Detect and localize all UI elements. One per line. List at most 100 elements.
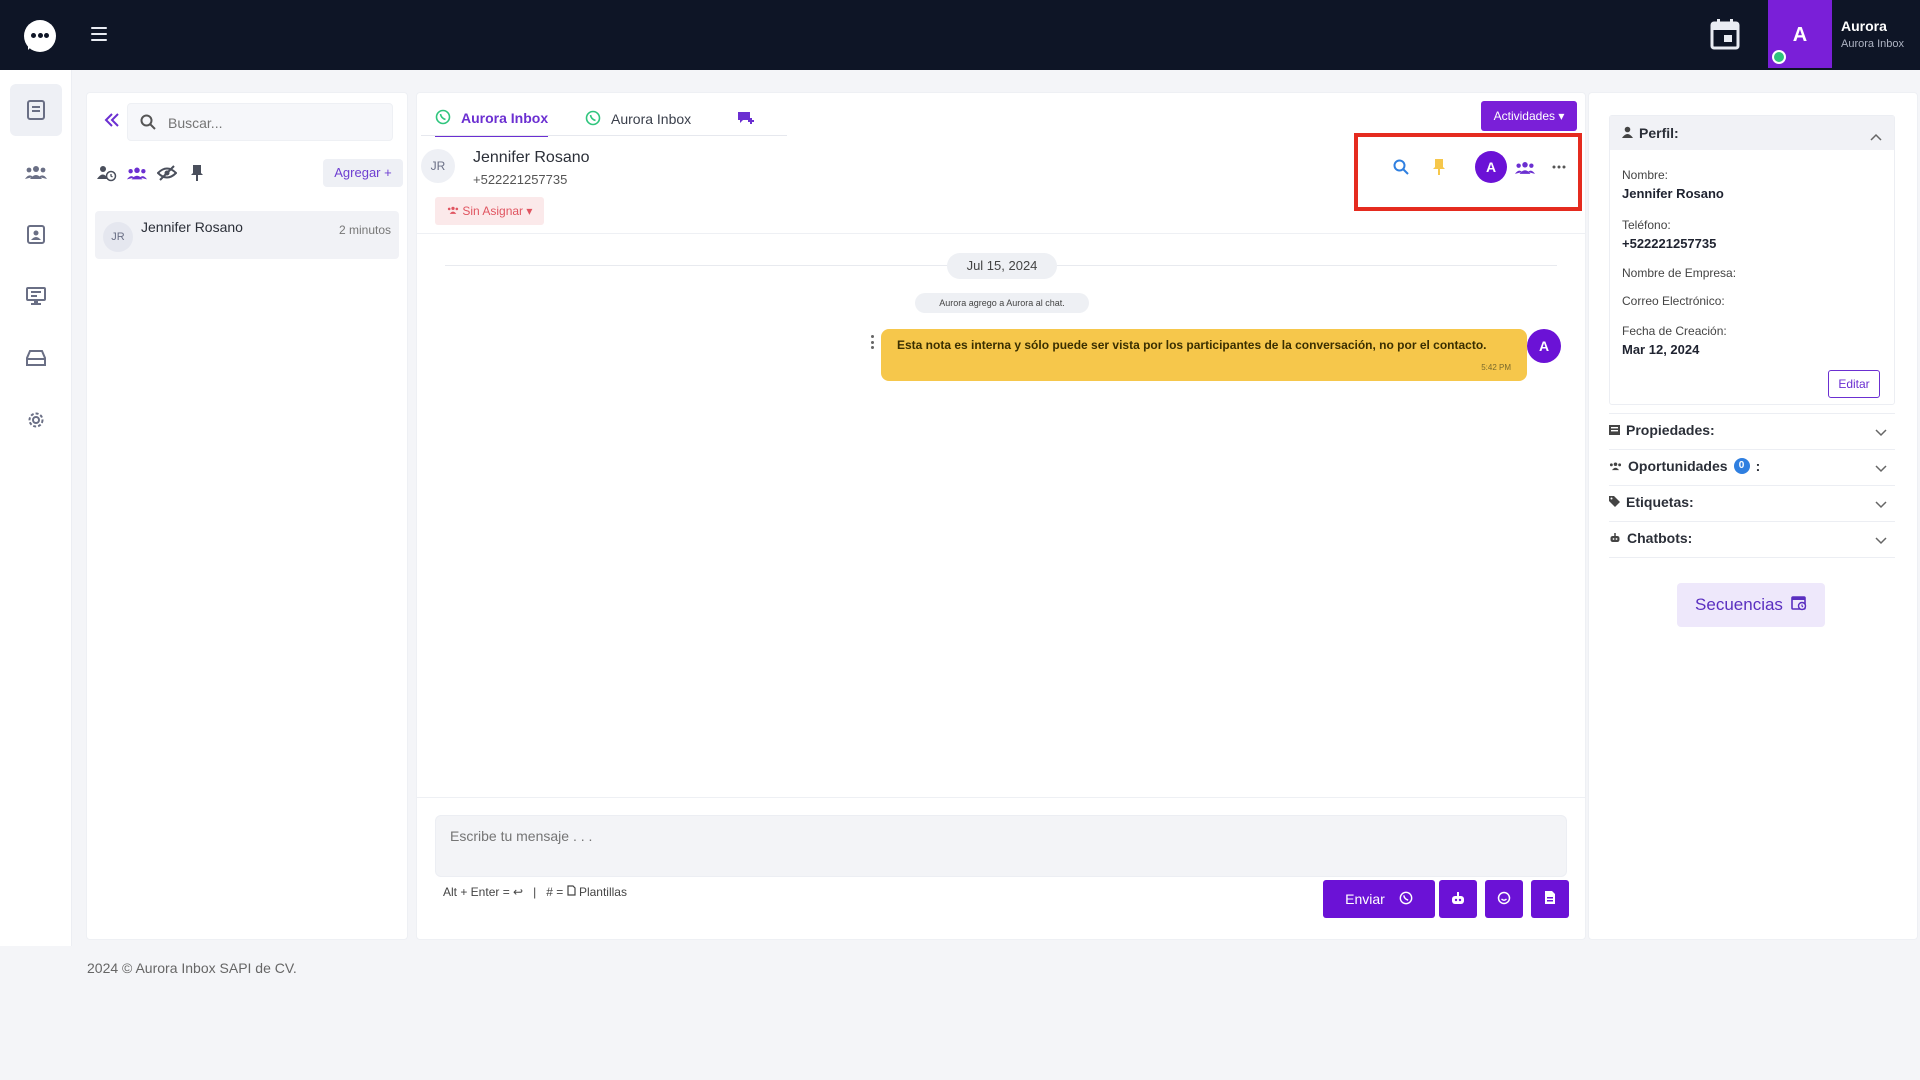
online-status-dot xyxy=(1772,50,1786,64)
oportunidades-count-badge: 0 xyxy=(1733,458,1750,474)
filter-team-icon[interactable] xyxy=(127,163,147,183)
chatbots-label: Chatbots: xyxy=(1627,530,1693,546)
chevron-down-icon xyxy=(1875,532,1887,548)
contact-phone: +522221257735 xyxy=(473,172,568,187)
fecha-value: Mar 12, 2024 xyxy=(1622,342,1700,357)
oportunidades-section[interactable]: Oportunidades 0 : xyxy=(1609,449,1895,483)
nav-inbox-icon[interactable] xyxy=(10,332,62,384)
chevron-down-icon: ▾ xyxy=(526,204,533,218)
message-options-icon[interactable] xyxy=(869,335,875,349)
section-divider xyxy=(1609,557,1895,558)
nav-contacts-icon[interactable] xyxy=(10,146,62,198)
user-avatar[interactable]: A xyxy=(1768,0,1832,68)
emoji-button[interactable] xyxy=(1485,880,1523,918)
send-button[interactable]: Enviar xyxy=(1323,880,1435,918)
chevron-down-icon xyxy=(1875,424,1887,440)
secuencias-button[interactable]: Secuencias xyxy=(1677,583,1825,627)
composer-divider xyxy=(417,797,1585,798)
conversation-list-item[interactable]: JR Jennifer Rosano 2 minutos xyxy=(95,211,399,259)
profile-title: Perfil: xyxy=(1639,125,1679,141)
app-logo[interactable] xyxy=(24,20,56,52)
message-composer xyxy=(435,815,1567,877)
chat-panel: Aurora Inbox Aurora Inbox Actividades ▾ … xyxy=(416,92,1586,940)
properties-icon xyxy=(1609,422,1620,438)
chatbot-button[interactable] xyxy=(1439,880,1477,918)
note-author-avatar: A xyxy=(1527,329,1561,363)
whatsapp-icon xyxy=(1399,891,1413,908)
user-icon xyxy=(1622,125,1633,141)
nombre-label: Nombre: xyxy=(1622,168,1669,182)
nav-settings-icon[interactable] xyxy=(10,394,62,446)
plantillas-link[interactable]: Plantillas xyxy=(579,885,627,899)
conversation-name: Jennifer Rosano xyxy=(141,219,243,235)
message-input[interactable] xyxy=(436,816,1566,876)
edit-profile-button[interactable]: Editar xyxy=(1828,370,1880,398)
calendar-icon[interactable] xyxy=(1710,18,1740,50)
more-options-icon[interactable] xyxy=(1543,151,1575,183)
oportunidades-colon: : xyxy=(1755,458,1761,474)
filter-bar xyxy=(97,163,207,183)
tab-aurora-inbox-1[interactable]: Aurora Inbox xyxy=(435,101,549,137)
team-icon xyxy=(1609,458,1622,474)
propiedades-section[interactable]: Propiedades: xyxy=(1609,413,1895,447)
nav-monitor-icon[interactable] xyxy=(10,270,62,322)
actividades-button[interactable]: Actividades ▾ xyxy=(1481,101,1577,131)
system-message: Aurora agrego a Aurora al chat. xyxy=(915,293,1089,313)
telefono-label: Teléfono: xyxy=(1622,218,1671,232)
keyboard-hint: Alt + Enter = ↩ | # = Plantillas xyxy=(443,885,627,899)
menu-icon[interactable] xyxy=(91,27,107,41)
search-box xyxy=(127,103,393,141)
note-time: 5:42 PM xyxy=(1481,363,1511,372)
profile-section-header[interactable]: Perfil: xyxy=(1610,116,1894,150)
pin-icon[interactable] xyxy=(1423,151,1455,183)
secuencias-label: Secuencias xyxy=(1695,595,1783,614)
chevron-down-icon xyxy=(1875,496,1887,512)
contact-name: Jennifer Rosano xyxy=(473,149,590,166)
nombre-value: Jennifer Rosano xyxy=(1622,186,1724,201)
etiquetas-section[interactable]: Etiquetas: xyxy=(1609,485,1895,519)
tag-icon xyxy=(1609,494,1620,510)
collapse-list-icon[interactable] xyxy=(101,109,123,131)
agregar-button[interactable]: Agregar + xyxy=(323,159,403,187)
filter-hidden-icon[interactable] xyxy=(157,163,177,183)
tabs-underline xyxy=(421,135,787,136)
tab-label: Aurora Inbox xyxy=(461,110,549,126)
attach-file-button[interactable] xyxy=(1531,880,1569,918)
whatsapp-icon xyxy=(435,109,451,128)
new-chat-icon xyxy=(737,110,755,129)
filter-pinned-icon[interactable] xyxy=(187,163,207,183)
contact-avatar: JR xyxy=(421,149,455,183)
sequence-calendar-icon xyxy=(1791,595,1807,616)
assigned-agent-avatar[interactable]: A xyxy=(1475,151,1507,183)
internal-note-message: Esta nota es interna y sólo puede ser vi… xyxy=(881,329,1527,381)
user-org: Aurora Inbox xyxy=(1841,38,1904,50)
telefono-value: +522221257735 xyxy=(1622,236,1717,251)
search-input[interactable] xyxy=(168,112,378,134)
user-name: Aurora xyxy=(1841,18,1887,34)
tab-aurora-inbox-2[interactable]: Aurora Inbox xyxy=(585,101,691,137)
hint-separator: | xyxy=(533,885,537,899)
participants-icon[interactable] xyxy=(1509,151,1541,183)
search-chat-icon[interactable] xyxy=(1385,151,1417,183)
nav-conversations-icon[interactable] xyxy=(10,84,62,136)
propiedades-label: Propiedades: xyxy=(1626,422,1715,438)
conversation-time: 2 minutos xyxy=(338,223,391,237)
emoji-icon xyxy=(1497,891,1511,908)
nav-contact-card-icon[interactable] xyxy=(10,208,62,260)
profile-section: Perfil: Nombre: Jennifer Rosano Teléfono… xyxy=(1609,115,1895,405)
chevron-down-icon xyxy=(1875,460,1887,476)
date-separator: Jul 15, 2024 xyxy=(947,253,1057,279)
note-text: Esta nota es interna y sólo puede ser vi… xyxy=(897,338,1487,352)
whatsapp-icon xyxy=(585,110,601,129)
tab-new-chat[interactable] xyxy=(737,101,755,137)
empresa-label: Nombre de Empresa: xyxy=(1622,266,1737,280)
user-initial: A xyxy=(1792,24,1808,46)
footer-copyright: 2024 © Aurora Inbox SAPI de CV. xyxy=(87,960,297,976)
send-label: Enviar xyxy=(1345,891,1385,907)
filter-unassigned-icon[interactable] xyxy=(97,163,117,183)
chat-header-divider xyxy=(417,233,1585,234)
assign-dropdown[interactable]: Sin Asignar ▾ xyxy=(435,197,545,225)
chatbots-section[interactable]: Chatbots: xyxy=(1609,521,1895,555)
file-icon xyxy=(1544,890,1556,908)
hint-templates: # = xyxy=(546,885,567,899)
